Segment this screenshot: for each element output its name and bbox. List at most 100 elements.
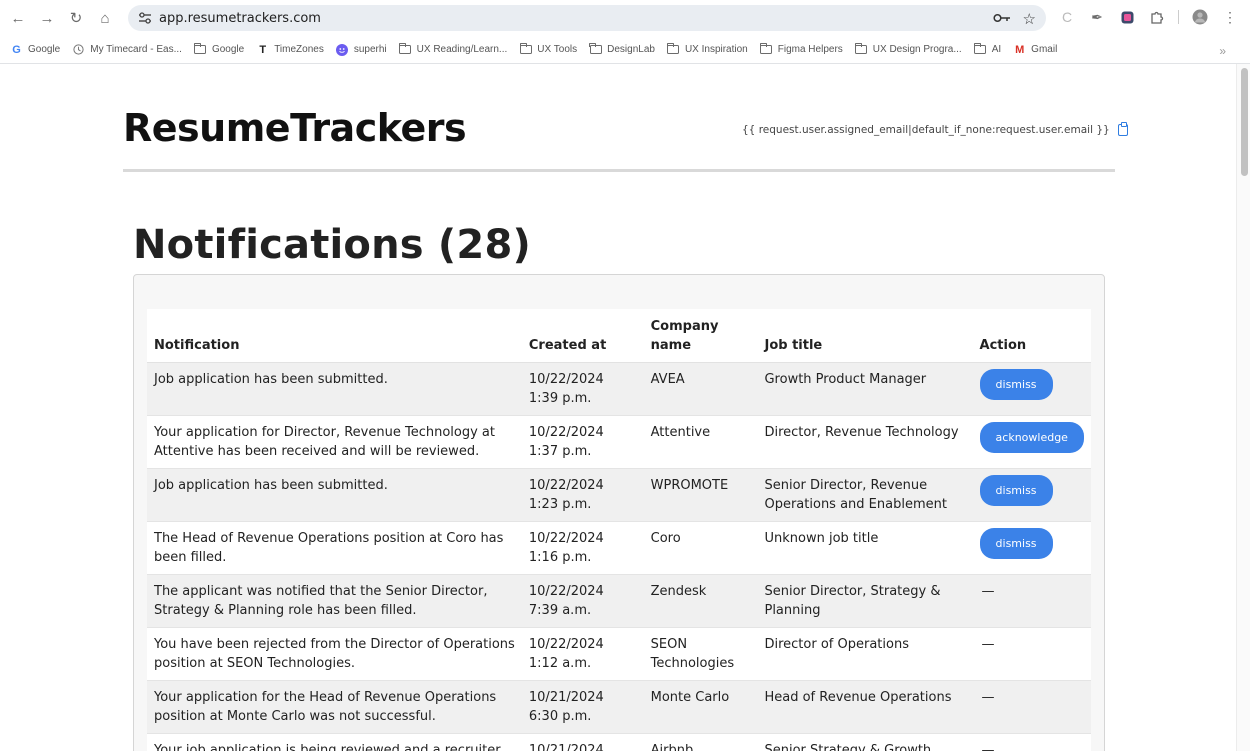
company-name: WPROMOTE (643, 468, 758, 522)
folder-icon (667, 43, 680, 55)
bookmark-folder-ux-tools[interactable]: UX Tools (519, 43, 577, 55)
table-row: Job application has been submitted. 10/2… (147, 468, 1091, 522)
eyedropper-icon[interactable]: ✒ (1088, 8, 1106, 26)
notification-text: Your application for the Head of Revenue… (147, 680, 522, 734)
folder-icon (194, 43, 207, 55)
bookmark-timezones[interactable]: T TimeZones (256, 44, 324, 56)
job-title: Director, Revenue Technology (757, 415, 973, 469)
bookmark-label: Google (211, 44, 245, 55)
bookmark-superhi[interactable]: superhi (336, 43, 387, 56)
page-content: ResumeTrackers {{ request.user.assigned_… (0, 64, 1236, 751)
bookmark-folder-google[interactable]: Google (194, 43, 245, 55)
created-time: 7:39 a.m. (528, 603, 592, 618)
back-icon[interactable]: ← (7, 7, 29, 29)
home-icon[interactable]: ⌂ (94, 7, 116, 29)
notification-text: You have been rejected from the Director… (147, 627, 522, 681)
created-at: 10/21/2024 6:30 p.m. (521, 680, 644, 734)
extension-square-icon[interactable] (1118, 8, 1136, 26)
notification-text: Job application has been submitted. (147, 468, 522, 522)
browser-menu-icon[interactable]: ⋮ (1221, 8, 1239, 26)
bookmark-folder-figma-helpers[interactable]: Figma Helpers (760, 43, 843, 55)
dismiss-button[interactable]: dismiss (979, 528, 1053, 559)
bookmark-label: Figma Helpers (777, 44, 843, 55)
notification-text: The applicant was notified that the Seni… (147, 574, 522, 628)
folder-icon (398, 43, 412, 55)
folder-icon (589, 43, 602, 55)
extensions-puzzle-icon[interactable] (1148, 8, 1166, 26)
created-date: 10/21/2024 (528, 743, 604, 751)
created-at: 10/22/2024 1:37 p.m. (521, 415, 644, 469)
notifications-card: Notification Created at Company name Job… (133, 274, 1105, 751)
bookmark-folder-designlab[interactable]: DesignLab (589, 43, 655, 55)
no-action-dash: — (981, 690, 995, 705)
created-date: 10/22/2024 (528, 637, 604, 652)
acknowledge-button[interactable]: acknowledge (979, 422, 1084, 453)
bookmark-label: Google (28, 44, 61, 55)
browser-extensions: C ✒ ⋮ (1058, 8, 1239, 26)
created-date: 10/22/2024 (528, 584, 604, 599)
password-key-icon[interactable] (992, 10, 1011, 28)
url-text[interactable]: app.resumetrackers.com (159, 11, 321, 26)
job-title: Senior Strategy & Growth (757, 733, 973, 751)
company-name: SEON Technologies (643, 627, 758, 681)
user-email: {{ request.user.assigned_email|default_i… (742, 122, 1128, 136)
google-icon: G (12, 43, 21, 56)
bookmark-star-icon[interactable]: ☆ (1023, 10, 1036, 28)
bookmarks-bar: G Google My Timecard - Eas... Google T T… (0, 36, 1250, 64)
profile-avatar[interactable] (1191, 8, 1209, 26)
bookmarks-overflow-icon[interactable]: » (1219, 44, 1226, 58)
created-time: 1:37 p.m. (528, 444, 592, 459)
folder-icon (974, 43, 987, 55)
bookmark-label: AI (991, 44, 1002, 55)
action-cell: — (972, 680, 1091, 734)
dismiss-button[interactable]: dismiss (979, 369, 1053, 400)
timecard-icon (72, 44, 85, 55)
forward-icon[interactable]: → (36, 7, 58, 29)
action-cell: dismiss (972, 521, 1091, 575)
notifications-table: Notification Created at Company name Job… (147, 309, 1091, 751)
no-action-dash: — (981, 637, 995, 652)
created-time: 6:30 p.m. (528, 709, 592, 724)
clipboard-icon[interactable] (1117, 122, 1128, 136)
folder-icon (855, 43, 868, 55)
bookmark-folder-ux-inspiration[interactable]: UX Inspiration (667, 43, 748, 55)
bookmark-label: TimeZones (274, 44, 324, 55)
table-row: Job application has been submitted. 10/2… (147, 362, 1091, 416)
toolbar-divider (1178, 10, 1179, 24)
address-bar[interactable]: app.resumetrackers.com ☆ (128, 5, 1046, 31)
created-time: 1:16 p.m. (528, 550, 592, 565)
folder-icon (760, 43, 773, 55)
brand-logo[interactable]: ResumeTrackers (123, 106, 467, 150)
site-settings-icon[interactable] (137, 10, 153, 26)
created-date: 10/21/2024 (528, 690, 604, 705)
bookmark-folder-ai[interactable]: AI (974, 43, 1002, 55)
notification-text: Your job application is being reviewed a… (147, 733, 522, 751)
job-title: Senior Director, Revenue Operations and … (757, 468, 973, 522)
created-at: 10/22/2024 1:16 p.m. (521, 521, 644, 575)
bookmark-google[interactable]: G Google (10, 43, 61, 56)
created-date: 10/22/2024 (528, 425, 604, 440)
table-row: Your job application is being reviewed a… (147, 733, 1091, 751)
user-email-text: {{ request.user.assigned_email|default_i… (742, 124, 1110, 136)
table-row: Your application for the Head of Revenue… (147, 680, 1091, 734)
job-title: Senior Director, Strategy & Planning (757, 574, 973, 628)
bookmark-folder-ux-design-program[interactable]: UX Design Progra... (855, 43, 962, 55)
bookmark-gmail[interactable]: M Gmail (1013, 44, 1057, 56)
dismiss-button[interactable]: dismiss (979, 475, 1053, 506)
created-at: 10/22/2024 7:39 a.m. (521, 574, 644, 628)
extension-c-icon[interactable]: C (1058, 8, 1076, 26)
notification-text: The Head of Revenue Operations position … (147, 521, 522, 575)
bookmark-timecard[interactable]: My Timecard - Eas... (72, 44, 182, 55)
job-title: Growth Product Manager (757, 362, 973, 416)
scrollbar-thumb[interactable] (1241, 68, 1248, 176)
reload-icon[interactable]: ↻ (65, 7, 87, 29)
superhi-icon (336, 43, 349, 56)
bookmark-folder-ux-reading[interactable]: UX Reading/Learn... (398, 43, 507, 55)
bookmark-label: UX Design Progra... (872, 44, 962, 55)
table-row: Your application for Director, Revenue T… (147, 415, 1091, 469)
created-date: 10/22/2024 (528, 531, 604, 546)
page-scrollbar[interactable] (1236, 64, 1250, 751)
created-time: 1:12 a.m. (528, 656, 592, 671)
action-cell: dismiss (972, 468, 1091, 522)
column-header-company-name-text: Company name (650, 319, 719, 353)
